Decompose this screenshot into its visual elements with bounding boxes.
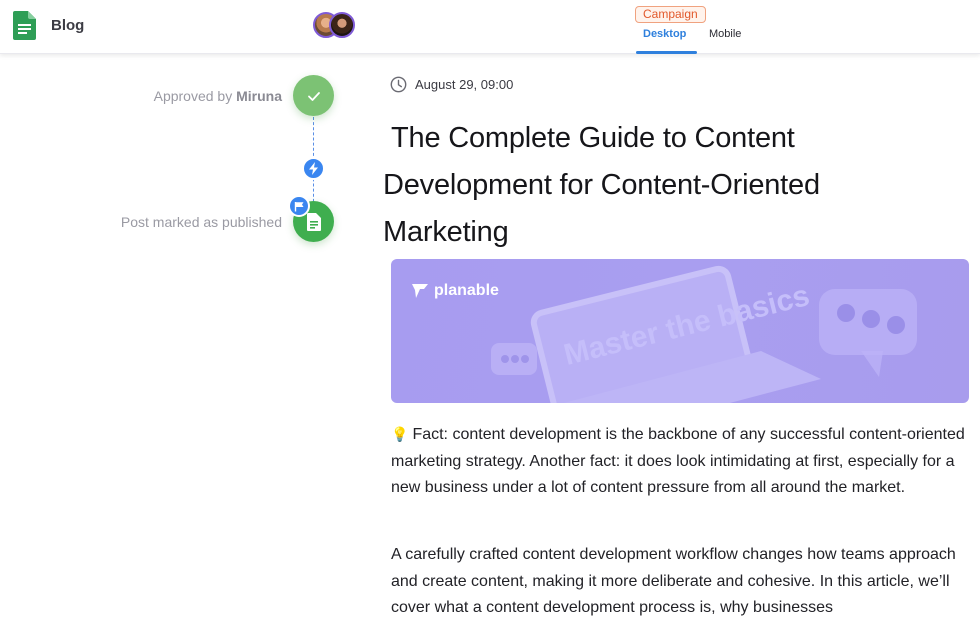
post-paragraph: A carefully crafted content development … [391, 546, 956, 616]
hero-image[interactable]: Master the basics planable [391, 259, 969, 403]
tab-desktop[interactable]: Desktop [643, 28, 686, 40]
flag-badge [288, 195, 310, 217]
collaborator-avatars[interactable] [313, 12, 357, 38]
approver-name: Miruna [236, 88, 282, 104]
title-line: Marketing [383, 216, 509, 248]
schedule-date: August 29, 09:00 [390, 75, 513, 93]
check-icon [307, 91, 320, 101]
bolt-event-circle [302, 157, 325, 180]
page: Blog Campaign Desktop Mobile Approved by… [0, 0, 980, 622]
top-bar: Blog Campaign Desktop Mobile [0, 0, 980, 54]
title-line: The Complete Guide to Content [391, 122, 795, 154]
post-title[interactable]: The Complete Guide to Content Developmen… [383, 115, 883, 256]
post-paragraph: 💡 Fact: content development is the backbo… [391, 426, 965, 496]
date-text: August 29, 09:00 [415, 76, 514, 92]
lightbulb-icon: 💡 [391, 426, 409, 442]
clock-icon [390, 76, 407, 92]
page-title: Blog [51, 17, 85, 34]
published-event-label: Post marked as published [120, 214, 282, 230]
campaign-badge[interactable]: Campaign [635, 6, 706, 23]
approval-event-label: Approved by Miruna [153, 88, 282, 104]
title-line: Development for Content-Oriented [383, 169, 820, 201]
google-docs-icon[interactable] [13, 11, 36, 40]
planable-logo: planable [410, 281, 499, 301]
tab-mobile[interactable]: Mobile [709, 28, 741, 40]
approved-status-circle [293, 75, 334, 116]
active-tab-indicator [636, 51, 697, 54]
document-icon [306, 212, 321, 231]
avatar[interactable] [329, 12, 355, 38]
bolt-icon [309, 162, 318, 175]
flag-icon [294, 201, 303, 211]
planable-logo-icon [412, 284, 428, 298]
